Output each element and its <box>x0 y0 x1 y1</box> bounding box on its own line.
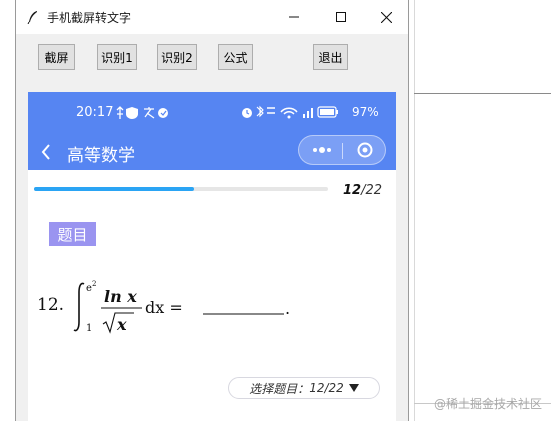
minimize-icon <box>289 16 299 18</box>
selector-value: 12/22 <box>309 381 344 395</box>
svg-text:.: . <box>285 299 290 318</box>
system-status-icons <box>242 105 338 119</box>
upper-limit-exponent: 2 <box>92 280 96 288</box>
selector-label: 选择题目： <box>249 381 310 396</box>
status-time: 20:17 <box>76 105 114 120</box>
miniapp-capsule <box>298 135 386 165</box>
numerator: ln x <box>104 287 137 306</box>
formula-button[interactable]: 公式 <box>218 44 253 70</box>
screenshot-button[interactable]: 截屏 <box>38 44 75 70</box>
lower-limit: 1 <box>86 323 92 334</box>
question-badge: 题目 <box>49 222 96 246</box>
capsule-divider <box>342 143 343 159</box>
nav-title: 高等数学 <box>67 146 135 166</box>
desktop-divider <box>414 0 415 421</box>
recognize1-button[interactable]: 识别1 <box>97 44 137 70</box>
notification-icons <box>116 106 168 119</box>
denominator: x <box>116 315 127 334</box>
watermark: @稀土掘金技术社区 <box>434 397 543 411</box>
formula-tail: dx = <box>145 298 183 317</box>
question-selector[interactable]: 选择题目： 12/22 <box>228 377 380 399</box>
more-icon[interactable] <box>311 144 333 156</box>
maximize-icon <box>336 12 346 22</box>
status-bar: 20:17 97% <box>28 92 396 134</box>
progress-bar <box>34 187 328 191</box>
title-bar[interactable]: 手机截屏转文字 <box>16 0 408 34</box>
battery-level: 97% <box>352 105 379 119</box>
integral-formula: e 2 1 ln x x dx = . <box>73 280 290 334</box>
exit-button[interactable]: 退出 <box>313 44 348 70</box>
progress-text: 12/22 <box>343 183 382 198</box>
dropdown-arrow-icon <box>348 384 359 392</box>
question-number: 12. <box>37 295 65 315</box>
progress-fill <box>34 187 195 191</box>
phone-screenshot: 20:17 97% 高等数学 12/22 题目 12. e 2 1 ln x x… <box>28 92 396 421</box>
window-title: 手机截屏转文字 <box>47 11 132 25</box>
close-icon <box>380 11 392 23</box>
close-button[interactable] <box>374 6 398 28</box>
feather-icon <box>27 11 37 24</box>
close-miniapp-icon[interactable] <box>357 142 373 158</box>
nav-bar: 高等数学 <box>28 134 396 170</box>
back-icon[interactable] <box>40 143 52 161</box>
desktop-divider <box>414 93 551 94</box>
maximize-button[interactable] <box>329 6 353 28</box>
progress-total: /22 <box>361 183 383 198</box>
recognize2-button[interactable]: 识别2 <box>157 44 197 70</box>
app-window: 手机截屏转文字 截屏 识别1 识别2 公式 退出 20:17 97% 高等数学 … <box>15 0 409 421</box>
minimize-button[interactable] <box>282 6 306 28</box>
progress-current: 12 <box>343 183 362 198</box>
